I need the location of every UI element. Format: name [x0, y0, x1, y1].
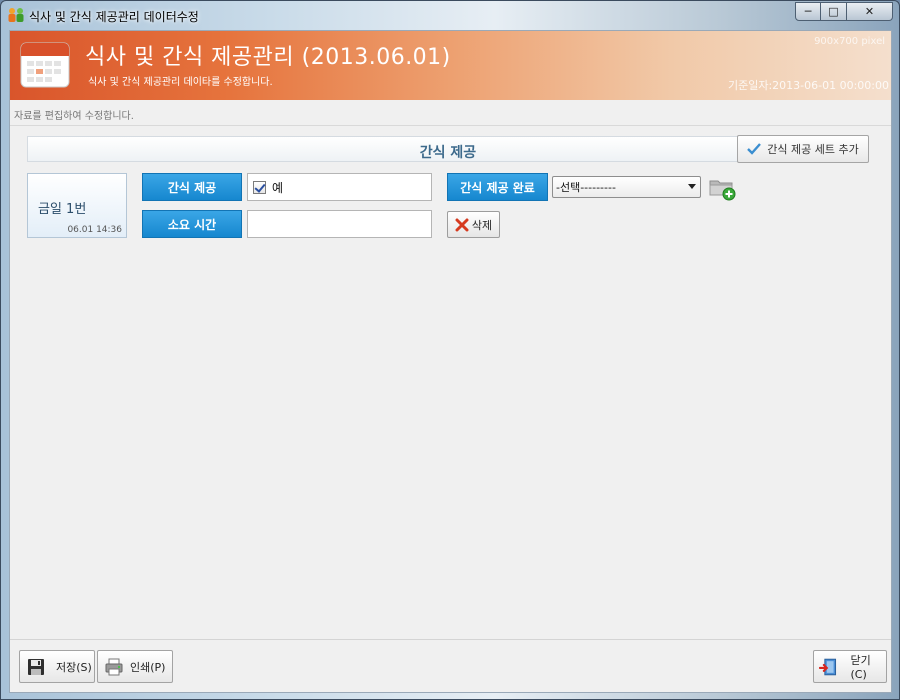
- snack-label: 간식 제공: [142, 173, 242, 201]
- window-title: 식사 및 간식 제공관리 데이터수정: [29, 10, 199, 24]
- base-date: 기준일자:2013-06-01 00:00:00: [727, 79, 889, 92]
- checkmark-icon: [747, 143, 762, 155]
- title-bar[interactable]: 식사 및 간식 제공관리 데이터수정 ─ □ ✕: [1, 1, 899, 29]
- footer-divider: [10, 639, 891, 640]
- printer-icon: [105, 658, 123, 675]
- window-controls: ─ □ ✕: [795, 2, 893, 21]
- close-label: 닫기(C): [850, 654, 871, 681]
- dropdown-arrow-icon: [688, 184, 696, 189]
- snack-complete-select[interactable]: -선택---------: [552, 176, 701, 198]
- folder-add-icon[interactable]: [708, 175, 736, 201]
- duration-label: 소요 시간: [142, 210, 242, 238]
- close-button[interactable]: 닫기(C): [813, 650, 887, 683]
- add-snack-set-label: 간식 제공 세트 추가: [767, 143, 859, 156]
- page-header: 식사 및 간식 제공관리 (2013.06.01) 식사 및 간식 제공관리 데…: [10, 31, 891, 100]
- page-title: 식사 및 간식 제공관리 (2013.06.01): [85, 45, 451, 70]
- client-area: 식사 및 간식 제공관리 (2013.06.01) 식사 및 간식 제공관리 데…: [9, 30, 892, 693]
- save-button[interactable]: 저장(S): [19, 650, 95, 683]
- snack-complete-label: 간식 제공 완료: [447, 173, 548, 201]
- day-card-time: 06.01 14:36: [67, 225, 122, 235]
- delete-x-icon: [455, 218, 469, 231]
- snack-checkbox[interactable]: [253, 180, 266, 194]
- snack-complete-selected: -선택---------: [556, 181, 616, 194]
- snack-value: 예: [272, 180, 284, 195]
- maximize-button[interactable]: □: [821, 2, 847, 21]
- close-window-button[interactable]: ✕: [847, 2, 893, 21]
- day-card[interactable]: 금일 1번 06.01 14:36: [27, 173, 127, 238]
- minimize-button[interactable]: ─: [795, 2, 821, 21]
- delete-button[interactable]: 삭제: [447, 211, 500, 238]
- print-button[interactable]: 인쇄(P): [97, 650, 173, 683]
- duration-input[interactable]: [247, 210, 432, 238]
- dimension-label: 900x700 pixel: [814, 36, 885, 47]
- calendar-icon: [20, 42, 70, 88]
- day-card-name: 금일 1번: [38, 202, 87, 217]
- delete-label: 삭제: [471, 218, 493, 232]
- snack-field: 예: [247, 173, 432, 201]
- page-subtitle: 식사 및 간식 제공관리 데이타를 수정합니다.: [88, 77, 273, 88]
- save-label: 저장(S): [56, 660, 92, 674]
- add-snack-set-button[interactable]: 간식 제공 세트 추가: [737, 135, 869, 163]
- hint-text: 자료를 편집하여 수정합니다.: [14, 111, 134, 122]
- app-people-icon: [8, 8, 24, 22]
- floppy-disk-icon: [28, 658, 44, 675]
- exit-door-icon: [819, 658, 837, 675]
- divider: [10, 125, 891, 126]
- print-label: 인쇄(P): [130, 660, 166, 674]
- app-window: 식사 및 간식 제공관리 데이터수정 ─ □ ✕ 식사 및 간식 제공관리 (2…: [0, 0, 900, 700]
